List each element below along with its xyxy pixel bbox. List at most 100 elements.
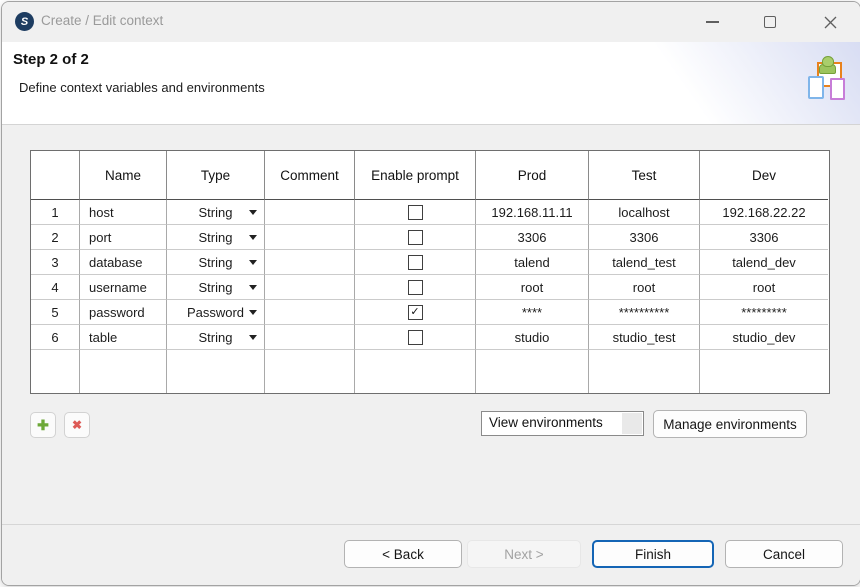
enable-prompt-checkbox[interactable]: ✓ <box>408 305 423 320</box>
type-cell[interactable]: String <box>167 325 265 350</box>
type-value: String <box>199 205 233 220</box>
enable-prompt-checkbox[interactable] <box>408 205 423 220</box>
comment-cell[interactable] <box>265 300 355 325</box>
enable-prompt-checkbox[interactable] <box>408 330 423 345</box>
empty-cell <box>265 350 355 393</box>
enable-prompt-checkbox[interactable] <box>408 230 423 245</box>
prod-cell[interactable]: 3306 <box>476 225 589 250</box>
empty-cell <box>476 350 589 393</box>
delete-x-icon: ✖ <box>72 418 82 432</box>
col-header-name: Name <box>80 151 167 200</box>
col-header-prod: Prod <box>476 151 589 200</box>
maximize-button[interactable] <box>747 2 793 42</box>
prod-cell[interactable]: 192.168.11.11 <box>476 200 589 225</box>
enable-prompt-cell <box>355 200 476 225</box>
add-variable-button[interactable]: ✚ <box>30 412 56 438</box>
dev-cell[interactable]: 3306 <box>700 225 828 250</box>
context-file-purple-shape <box>830 78 845 100</box>
type-dropdown-arrow-icon[interactable] <box>249 335 257 340</box>
next-button[interactable]: Next > <box>467 540 581 568</box>
view-environments-combo[interactable]: View environments <box>481 411 644 436</box>
test-cell[interactable]: talend_test <box>589 250 700 275</box>
manage-environments-button[interactable]: Manage environments <box>653 410 807 438</box>
comment-cell[interactable] <box>265 225 355 250</box>
view-environments-label: View environments <box>489 415 603 430</box>
empty-cell <box>80 350 167 393</box>
col-header-enable-prompt: Enable prompt <box>355 151 476 200</box>
type-dropdown-arrow-icon[interactable] <box>249 310 257 315</box>
back-button[interactable]: < Back <box>344 540 462 568</box>
context-variables-table: Name Type Comment Enable prompt Prod Tes… <box>30 150 830 394</box>
close-icon <box>824 16 837 29</box>
titlebar[interactable]: S Create / Edit context <box>2 2 860 42</box>
step-title: Step 2 of 2 <box>13 51 89 68</box>
create-edit-context-dialog: S Create / Edit context Step 2 of 2 Defi… <box>1 1 860 586</box>
name-cell[interactable]: database <box>80 250 167 275</box>
name-cell[interactable]: username <box>80 275 167 300</box>
dev-cell[interactable]: talend_dev <box>700 250 828 275</box>
test-cell[interactable]: studio_test <box>589 325 700 350</box>
plus-icon: ✚ <box>37 417 49 434</box>
type-dropdown-arrow-icon[interactable] <box>249 260 257 265</box>
dev-cell[interactable]: ********* <box>700 300 828 325</box>
comment-cell[interactable] <box>265 200 355 225</box>
dev-cell[interactable]: 192.168.22.22 <box>700 200 828 225</box>
name-cell[interactable]: port <box>80 225 167 250</box>
type-dropdown-arrow-icon[interactable] <box>249 235 257 240</box>
comment-cell[interactable] <box>265 275 355 300</box>
col-header-type: Type <box>167 151 265 200</box>
prod-cell[interactable]: root <box>476 275 589 300</box>
type-value: String <box>199 280 233 295</box>
empty-cell <box>589 350 700 393</box>
row-number-cell: 3 <box>31 250 80 275</box>
prod-cell[interactable]: **** <box>476 300 589 325</box>
row-number-cell: 4 <box>31 275 80 300</box>
type-value: Password <box>187 305 244 320</box>
maximize-icon <box>764 16 776 28</box>
test-cell[interactable]: localhost <box>589 200 700 225</box>
empty-cell <box>167 350 265 393</box>
enable-prompt-checkbox[interactable] <box>408 280 423 295</box>
name-cell[interactable]: password <box>80 300 167 325</box>
type-dropdown-arrow-icon[interactable] <box>249 285 257 290</box>
prod-cell[interactable]: talend <box>476 250 589 275</box>
context-person-head <box>822 56 834 67</box>
finish-button[interactable]: Finish <box>592 540 714 568</box>
name-cell[interactable]: table <box>80 325 167 350</box>
step-subtitle: Define context variables and environment… <box>19 80 265 95</box>
row-number-cell: 2 <box>31 225 80 250</box>
row-number-cell: 6 <box>31 325 80 350</box>
type-value: String <box>199 330 233 345</box>
enable-prompt-cell <box>355 275 476 300</box>
comment-cell[interactable] <box>265 325 355 350</box>
enable-prompt-checkbox[interactable] <box>408 255 423 270</box>
dev-cell[interactable]: studio_dev <box>700 325 828 350</box>
app-icon: S <box>15 12 34 31</box>
test-cell[interactable]: ********** <box>589 300 700 325</box>
type-cell[interactable]: String <box>167 225 265 250</box>
combo-dropdown-area[interactable] <box>622 413 642 434</box>
type-cell[interactable]: String <box>167 200 265 225</box>
remove-variable-button[interactable]: ✖ <box>64 412 90 438</box>
type-cell[interactable]: Password <box>167 300 265 325</box>
type-cell[interactable]: String <box>167 250 265 275</box>
prod-cell[interactable]: studio <box>476 325 589 350</box>
row-number-cell: 1 <box>31 200 80 225</box>
test-cell[interactable]: root <box>589 275 700 300</box>
empty-cell <box>700 350 828 393</box>
comment-cell[interactable] <box>265 250 355 275</box>
close-button[interactable] <box>807 2 853 42</box>
type-cell[interactable]: String <box>167 275 265 300</box>
minimize-icon <box>706 21 719 22</box>
window-title: Create / Edit context <box>41 13 163 28</box>
wizard-header: Step 2 of 2 Define context variables and… <box>2 42 860 125</box>
enable-prompt-cell <box>355 325 476 350</box>
minimize-button[interactable] <box>689 2 735 42</box>
type-dropdown-arrow-icon[interactable] <box>249 210 257 215</box>
name-cell[interactable]: host <box>80 200 167 225</box>
cancel-button[interactable]: Cancel <box>725 540 843 568</box>
content-area: Name Type Comment Enable prompt Prod Tes… <box>2 125 860 585</box>
dev-cell[interactable]: root <box>700 275 828 300</box>
test-cell[interactable]: 3306 <box>589 225 700 250</box>
enable-prompt-cell: ✓ <box>355 300 476 325</box>
